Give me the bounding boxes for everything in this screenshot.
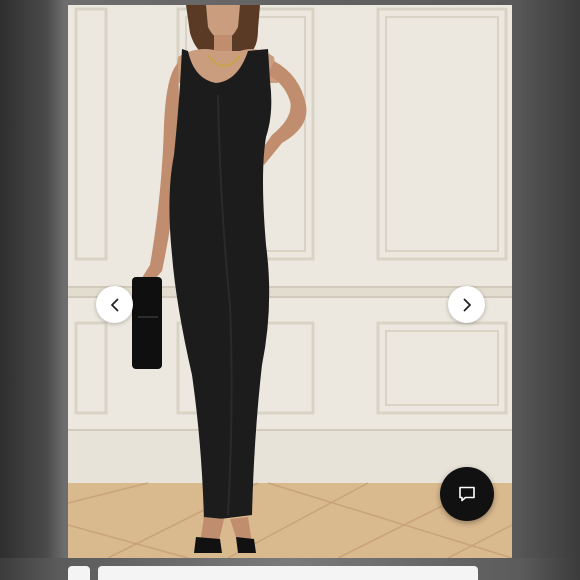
previous-image-button[interactable]	[96, 286, 133, 323]
chevron-right-icon	[463, 298, 471, 311]
chat-button[interactable]	[440, 467, 494, 521]
chat-bubble-icon	[459, 486, 475, 502]
product-photo	[68, 5, 512, 558]
chevron-left-icon	[110, 298, 118, 311]
next-image-button[interactable]	[448, 286, 485, 323]
image-viewer	[68, 5, 512, 558]
thumbnail-strip[interactable]	[98, 566, 478, 580]
thumbnail-tab[interactable]	[68, 566, 90, 580]
